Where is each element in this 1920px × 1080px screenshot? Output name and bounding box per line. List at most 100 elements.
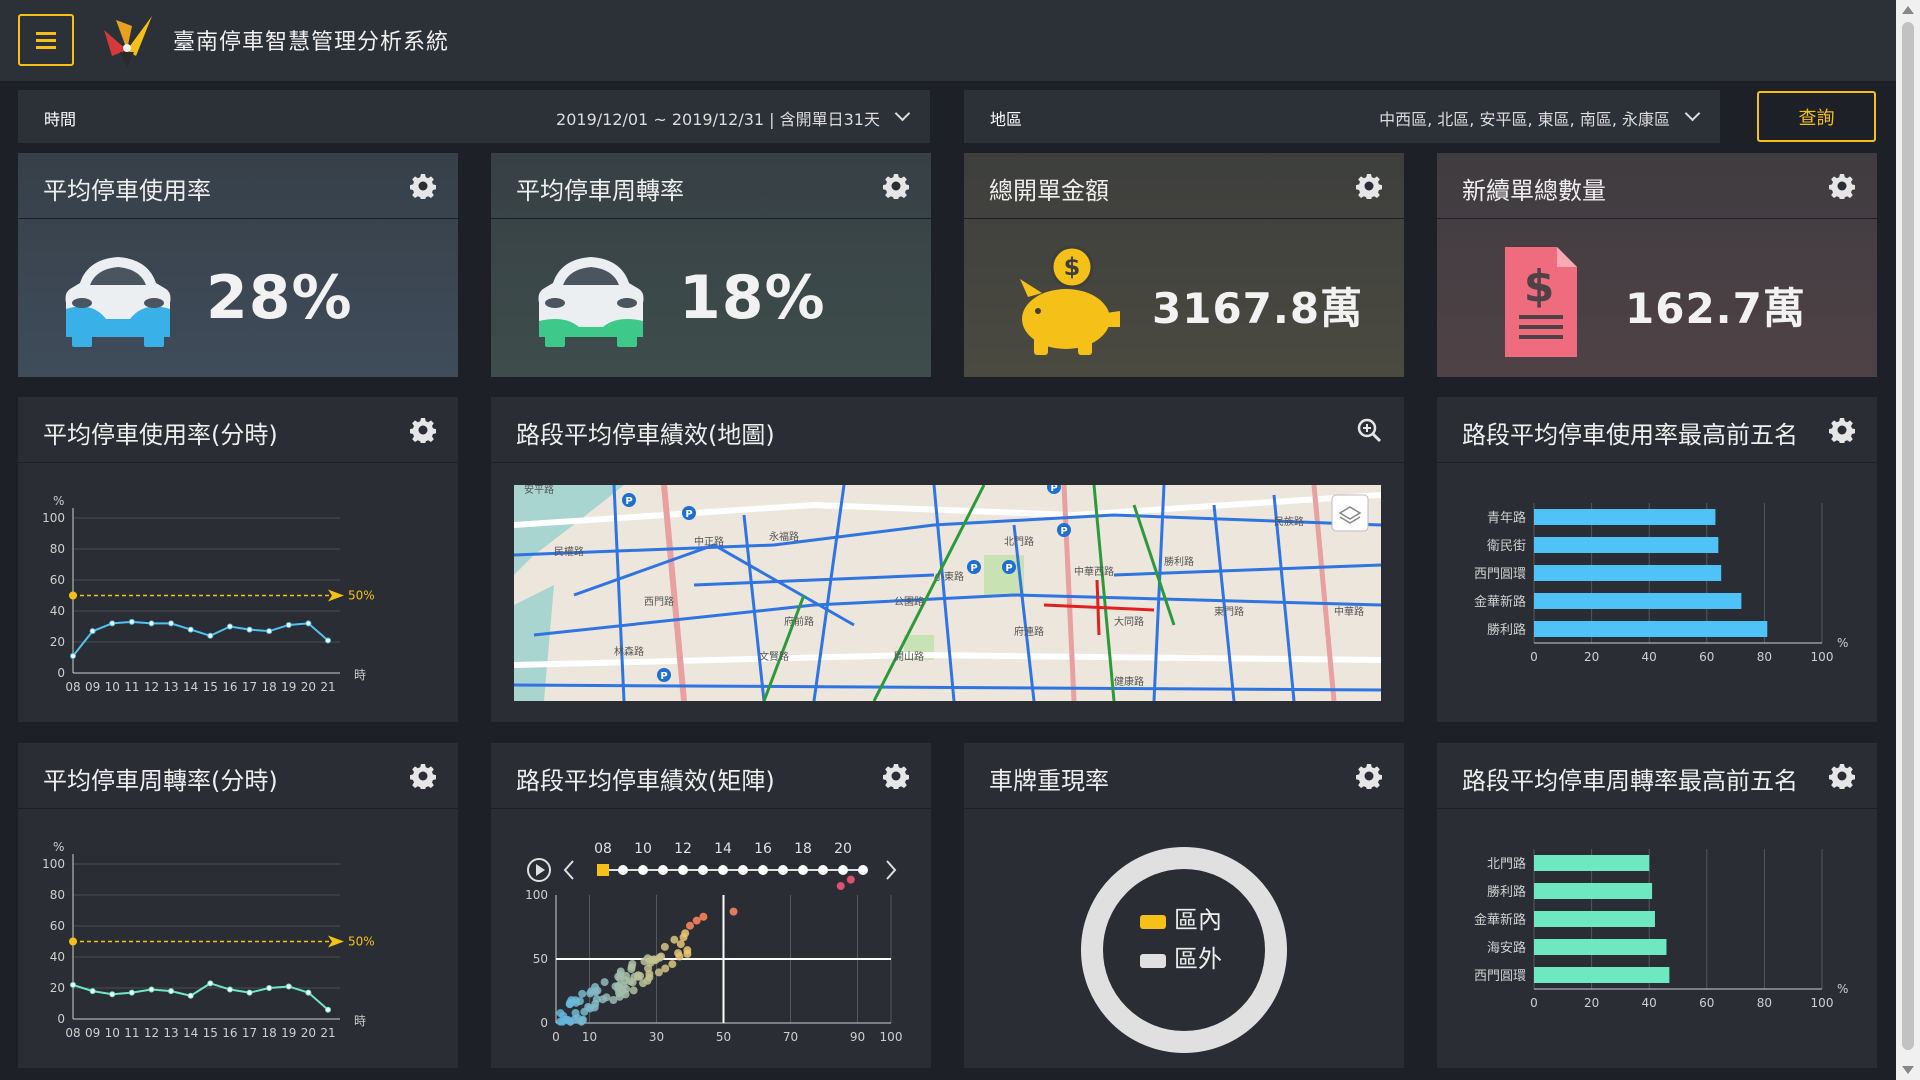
x-tick-label: 20	[301, 680, 316, 694]
gear-icon[interactable]	[1356, 763, 1382, 789]
x-tick-label: 17	[242, 680, 257, 694]
x-tick-label: 50	[716, 1030, 731, 1044]
gear-icon[interactable]	[883, 173, 909, 199]
x-tick-label: 08	[65, 680, 80, 694]
timeline-label: 18	[794, 841, 812, 857]
data-point	[187, 626, 194, 633]
map-street-label: 民族路	[1274, 515, 1304, 528]
zoom-in-icon[interactable]	[1356, 417, 1382, 443]
gear-icon[interactable]	[410, 417, 436, 443]
kpi-card-usage: 平均停車使用率 28%	[18, 153, 458, 377]
city-map[interactable]: P P P P P P P 安平路民權路 中正路 永福路西門路 公園路 北門路中華路文賢路 開山路 府前路…	[514, 485, 1381, 701]
scatter-point	[699, 912, 708, 921]
timeline-label: 12	[674, 841, 692, 857]
parking-icon-label: P	[660, 671, 667, 682]
chevron-down-icon[interactable]	[894, 105, 911, 122]
piggy-bank-icon: $	[1020, 245, 1120, 355]
bar	[1534, 939, 1667, 955]
scatter-point	[566, 1017, 575, 1026]
data-point	[285, 621, 292, 628]
map-road	[514, 513, 1381, 557]
matrix-scatter-chart[interactable]: 08 10 12 14 16 18 20 0 10 30 50 70 90 100 0 50 100	[491, 809, 931, 1067]
y-axis-unit: %	[53, 494, 64, 508]
y-tick-label: 20	[50, 981, 65, 995]
x-tick-label: 16	[222, 1026, 237, 1040]
page-scrollbar[interactable]	[1896, 0, 1920, 1080]
x-tick-label: 10	[105, 680, 120, 694]
data-point	[325, 637, 331, 644]
gear-icon[interactable]	[1829, 173, 1855, 199]
chevron-down-icon[interactable]	[1684, 105, 1701, 122]
parking-icon-label: P	[1050, 485, 1057, 494]
x-tick-label: 14	[183, 680, 198, 694]
scroll-down-icon[interactable]	[1902, 1066, 1914, 1074]
y-tick-label: 20	[50, 635, 65, 649]
plate-donut-chart[interactable]: 區內區外	[964, 809, 1404, 1067]
data-point	[207, 632, 214, 639]
data-point	[207, 980, 214, 987]
map-road	[1095, 579, 1101, 636]
scatter-point	[628, 959, 637, 968]
logo-icon	[104, 16, 152, 68]
area-filter[interactable]: 地區 中西區, 北區, 安平區, 東區, 南區, 永康區	[964, 90, 1720, 143]
gear-icon[interactable]	[1829, 763, 1855, 789]
usage-hourly-chart[interactable]: % 0 20 40 60 80 100 08 09 10 11 12 13 14 15 16 17 18 19 20 2…	[18, 463, 458, 721]
kpi-value: 28%	[206, 263, 353, 333]
map-street-label: 小東路	[934, 570, 964, 583]
query-button[interactable]: 查詢	[1757, 91, 1876, 142]
gear-icon[interactable]	[1356, 173, 1382, 199]
top5-turnover-chart[interactable]: 0 20 40 60 80 100% 北門路勝利路金華新路海安路西門圓環	[1437, 809, 1877, 1067]
card-header: 車牌重現率	[964, 743, 1404, 809]
gear-icon[interactable]	[883, 763, 909, 789]
svg-text:$: $	[1524, 261, 1555, 312]
map-roads: P P P P P P P 安平路民權路 中正路 永福路西門路 公園路 北門路中華路文賢路 開山路 府前路…	[514, 485, 1381, 701]
area-filter-value[interactable]: 中西區, 北區, 安平區, 東區, 南區, 永康區	[1379, 106, 1670, 130]
x-tick-label: 19	[281, 680, 296, 694]
scrollbar-thumb[interactable]	[1902, 22, 1914, 1050]
card-header: 平均停車使用率(分時)	[18, 397, 458, 463]
gear-icon[interactable]	[1829, 417, 1855, 443]
kpi-card-count: 新續單總數量 $ 162.7萬	[1437, 153, 1877, 377]
top5-usage-chart[interactable]: 0 20 40 60 80 100% 青年路衛民街西門圓環金華新路勝利路	[1437, 463, 1877, 721]
scroll-up-icon[interactable]	[1902, 6, 1914, 14]
x-tick-label: 90	[850, 1030, 865, 1044]
scatter-point	[559, 1011, 568, 1020]
x-tick-label: 0	[552, 1030, 560, 1044]
data-point	[246, 989, 253, 996]
map-layer-button[interactable]	[1331, 494, 1369, 532]
scatter-point	[846, 875, 855, 884]
x-axis-unit: 時	[354, 1014, 366, 1028]
gear-icon[interactable]	[410, 763, 436, 789]
x-tick-label: 09	[85, 1026, 100, 1040]
timeline-tick	[678, 865, 688, 875]
data-point	[89, 988, 96, 995]
timeline-tick	[758, 865, 768, 875]
reference-arrow-icon	[328, 589, 344, 602]
kpi-value: 162.7萬	[1625, 284, 1806, 333]
timeline-tick	[738, 865, 748, 875]
x-tick-label: 20	[301, 1026, 316, 1040]
scatter-point	[622, 971, 631, 980]
reference-arrow-icon	[328, 935, 344, 948]
timeline-label: 16	[754, 841, 772, 857]
prev-icon	[563, 860, 574, 880]
data-point	[285, 983, 292, 990]
y-axis-unit: %	[53, 840, 64, 854]
category-label: 金華新路	[1474, 594, 1526, 610]
hamburger-menu-button[interactable]	[18, 14, 74, 66]
time-filter-value[interactable]: 2019/12/01 ~ 2019/12/31 | 含開單日31天	[556, 106, 880, 130]
scatter-point	[571, 996, 580, 1005]
scatter-point	[836, 882, 845, 891]
gear-icon[interactable]	[410, 173, 436, 199]
map-road	[514, 683, 1381, 692]
car-icon	[538, 257, 644, 347]
bar	[1534, 593, 1742, 609]
turnover-hourly-chart[interactable]: % 0 20 40 60 80 100 08 09 10 11 12 13 14 15 16 17 18 19 20 2…	[18, 809, 458, 1067]
matrix-panel: 路段平均停車績效(矩陣) 08 10 12 14 16 18 20 0 10 30 50 70 90 10…	[491, 743, 931, 1068]
legend-swatch	[1140, 915, 1166, 929]
map-street-label: 府前路	[784, 615, 814, 628]
reference-label: 50%	[348, 589, 375, 603]
map-street-label: 開山路	[894, 650, 924, 663]
scatter-point	[621, 990, 630, 999]
time-filter[interactable]: 時間 2019/12/01 ~ 2019/12/31 | 含開單日31天	[18, 90, 930, 143]
